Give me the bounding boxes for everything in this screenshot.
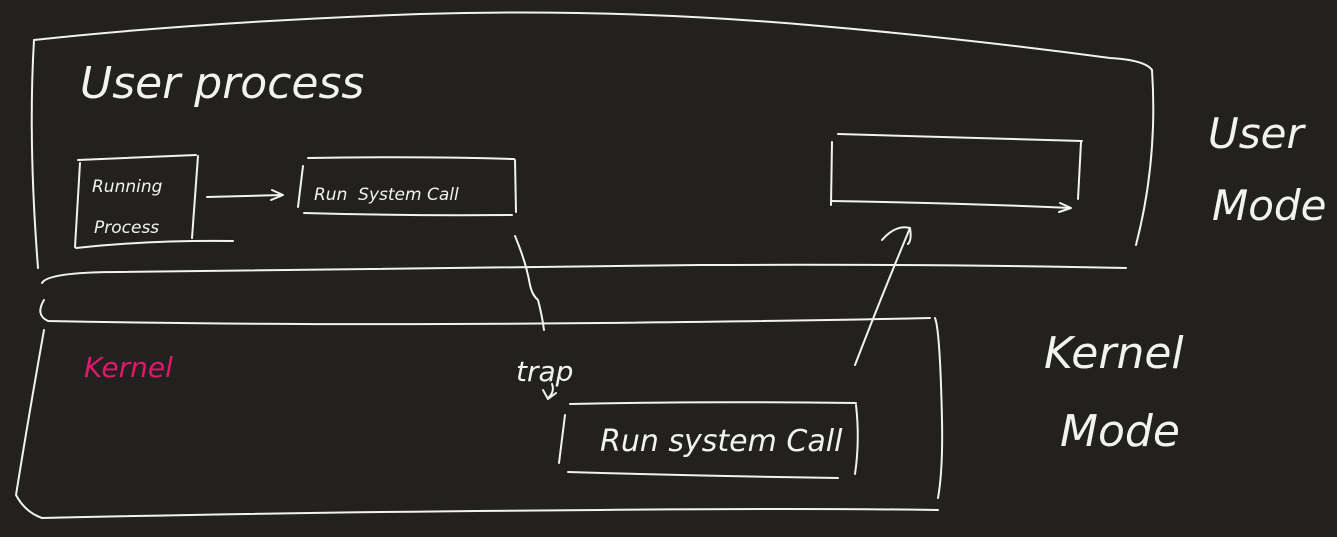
run-system-call-kernel-label: Run system Call (600, 424, 843, 459)
kernel-label: Kernel (84, 351, 173, 384)
user-process-title: User process (80, 58, 364, 109)
whiteboard-canvas: User process Running Process Run System … (0, 0, 1337, 532)
kernel-mode-label-line2: Mode (1060, 406, 1180, 457)
run-system-call-small-label: Run System Call (314, 185, 459, 205)
trap-label: trap (516, 355, 573, 388)
running-process-label-line2: Process (94, 218, 159, 238)
user-mode-label-line2: Mode (1212, 181, 1326, 230)
user-mode-label-line1: User (1208, 109, 1306, 158)
diagram-svg: User process Running Process Run System … (0, 0, 1337, 532)
running-process-label-line1: Running (92, 177, 163, 197)
kernel-mode-label-line1: Kernel (1044, 328, 1184, 379)
